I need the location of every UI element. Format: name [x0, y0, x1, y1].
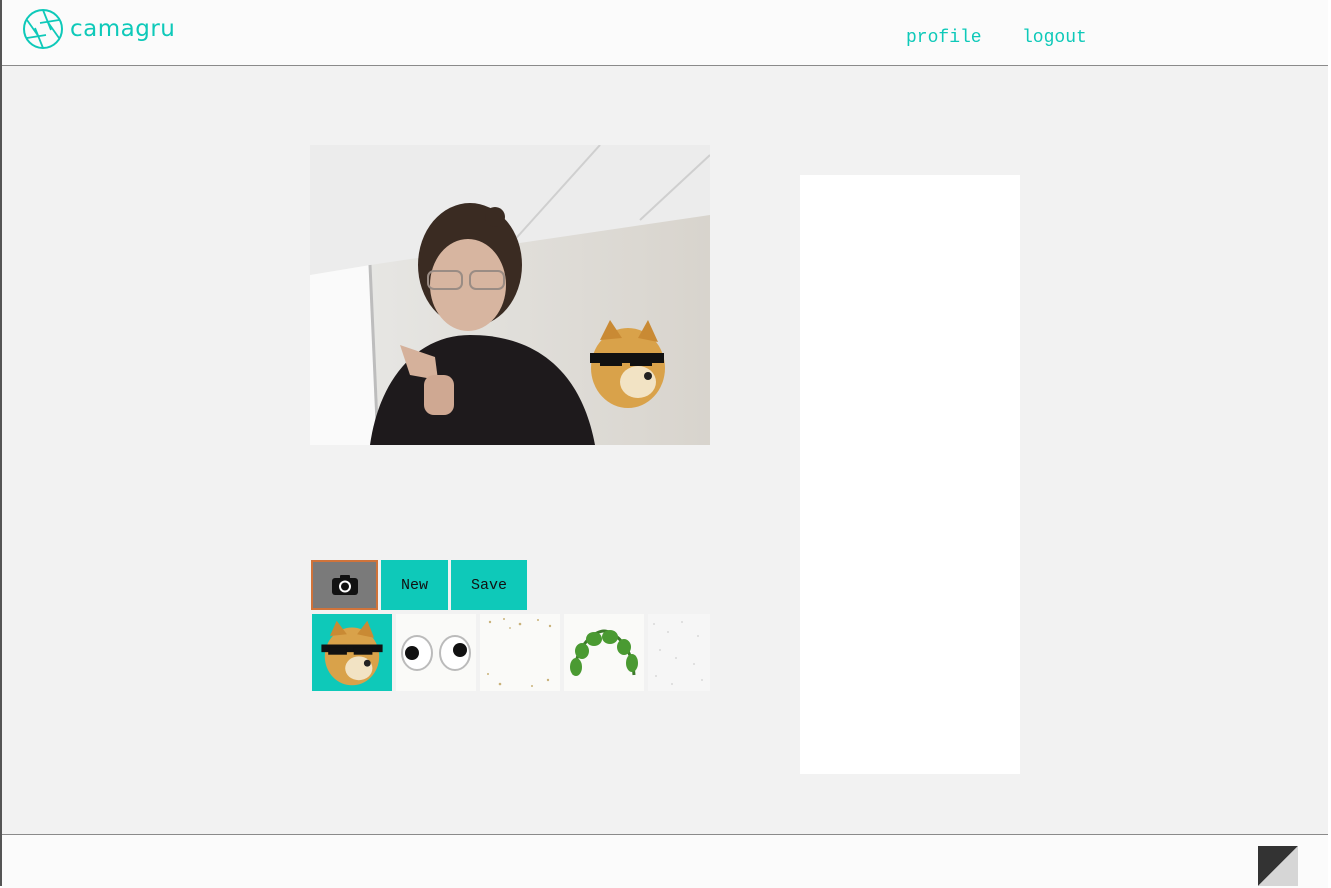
- sticker-leaf-crown[interactable]: [564, 614, 644, 691]
- googly-eyes-icon: [401, 634, 471, 671]
- corner-triangle-icon: [1258, 846, 1298, 886]
- new-button[interactable]: New: [381, 560, 448, 610]
- confetti-icon: [487, 618, 552, 687]
- save-button[interactable]: Save: [451, 560, 527, 610]
- logo-link[interactable]: camagru: [22, 8, 175, 50]
- sticker-picker: [312, 614, 710, 691]
- site-header: camagru profile logout: [2, 0, 1328, 66]
- capture-controls: New Save: [311, 560, 527, 610]
- gallery-panel: [800, 175, 1020, 774]
- sticker-doge-sunglasses[interactable]: [312, 614, 392, 691]
- aperture-icon: [23, 9, 63, 49]
- camera-icon: [331, 575, 358, 595]
- doge-sunglasses-icon: [321, 620, 383, 685]
- leaf-crown-icon: [570, 628, 638, 676]
- webcam-preview: [310, 145, 710, 445]
- glitter-icon: [653, 621, 703, 685]
- sticker-glitter[interactable]: [648, 614, 710, 691]
- sticker-googly-eyes[interactable]: [396, 614, 476, 691]
- webcam-image: [310, 145, 710, 445]
- main-content: New Save: [2, 66, 1328, 834]
- nav-logout-link[interactable]: logout: [1022, 28, 1087, 48]
- logo-text: camagru: [70, 16, 176, 42]
- nav-profile-link[interactable]: profile: [906, 28, 982, 48]
- sticker-confetti[interactable]: [480, 614, 560, 691]
- site-footer: [2, 834, 1328, 888]
- capture-button[interactable]: [311, 560, 378, 610]
